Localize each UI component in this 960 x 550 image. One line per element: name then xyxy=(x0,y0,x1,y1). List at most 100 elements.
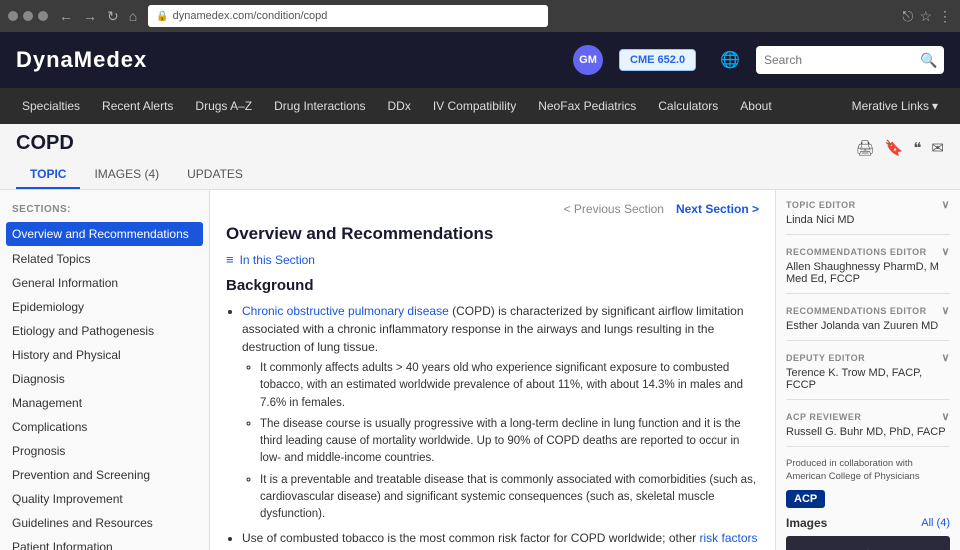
acp-reviewer-section: ACP REVIEWER ∨ Russell G. Buhr MD, PhD, … xyxy=(786,410,950,447)
topic-editor-chevron[interactable]: ∨ xyxy=(941,198,950,211)
sidebar-item-quality[interactable]: Quality Improvement xyxy=(0,487,209,511)
topic-editor-name: Linda Nici MD xyxy=(786,214,950,226)
section-title: Overview and Recommendations xyxy=(226,224,759,244)
sidebar-item-overview[interactable]: Overview and Recommendations xyxy=(6,222,203,246)
sub-list-item: The disease course is usually progressiv… xyxy=(260,416,759,468)
nav-recent-alerts[interactable]: Recent Alerts xyxy=(92,93,183,119)
deputy-editor-label-text: DEPUTY EDITOR xyxy=(786,353,865,363)
acp-reviewer-label: ACP REVIEWER ∨ xyxy=(786,410,950,423)
email-icon[interactable]: ✉ xyxy=(931,139,944,157)
sidebar-item-complications[interactable]: Complications xyxy=(0,415,209,439)
menu-icon[interactable]: ⋮ xyxy=(938,8,952,25)
topic-editor-label: TOPIC EDITOR ∨ xyxy=(786,198,950,211)
cme-badge[interactable]: CME 652.0 xyxy=(619,49,696,71)
bullet-text-2-pre: Use of combusted tobacco is the most com… xyxy=(242,531,700,545)
page-title: COPD xyxy=(16,132,74,155)
page-title-bar: COPD 🖨 🔖 ❝ ✉ TOPIC IMAGES (4) UPDATES xyxy=(0,124,960,190)
sidebar-item-management[interactable]: Management xyxy=(0,391,209,415)
main-layout: SECTIONS: Overview and Recommendations R… xyxy=(0,190,960,550)
sidebar-item-patient-info[interactable]: Patient Information xyxy=(0,535,209,550)
sidebar-item-prognosis[interactable]: Prognosis xyxy=(0,439,209,463)
bookmark-icon[interactable]: 🔖 xyxy=(885,139,904,157)
sidebar-item-history[interactable]: History and Physical xyxy=(0,343,209,367)
sidebar: SECTIONS: Overview and Recommendations R… xyxy=(0,190,210,550)
browser-actions: ⎋ ☆ ⋮ xyxy=(902,8,952,25)
star-icon[interactable]: ☆ xyxy=(919,8,932,25)
search-box[interactable]: 🔍 xyxy=(756,46,944,74)
in-this-section-label: In this Section xyxy=(240,253,315,267)
nav-specialties[interactable]: Specialties xyxy=(12,93,90,119)
browser-buttons xyxy=(8,11,48,21)
nav-bar: Specialties Recent Alerts Drugs A–Z Drug… xyxy=(0,88,960,124)
images-all-link[interactable]: All (4) xyxy=(921,517,950,529)
tab-topic[interactable]: TOPIC xyxy=(16,161,80,189)
nav-calculators[interactable]: Calculators xyxy=(648,93,728,119)
topic-editor-label-text: TOPIC EDITOR xyxy=(786,200,856,210)
search-input[interactable] xyxy=(764,53,914,67)
url-text: dynamedex.com/condition/copd xyxy=(173,10,328,22)
sidebar-item-prevention[interactable]: Prevention and Screening xyxy=(0,463,209,487)
home-icon[interactable]: ⌂ xyxy=(126,6,140,27)
background-title: Background xyxy=(226,277,759,294)
address-bar[interactable]: 🔒 dynamedex.com/condition/copd xyxy=(148,5,548,27)
nav-iv-compatibility[interactable]: IV Compatibility xyxy=(423,93,526,119)
nav-neofax[interactable]: NeoFax Pediatrics xyxy=(528,93,646,119)
quote-icon[interactable]: ❝ xyxy=(913,139,921,157)
deputy-editor-name: Terence K. Trow MD, FACP, FCCP xyxy=(786,367,950,391)
browser-chrome: ← → ↻ ⌂ 🔒 dynamedex.com/condition/copd ⎋… xyxy=(0,0,960,32)
risk-factors-link[interactable]: risk factors xyxy=(700,531,758,545)
acp-reviewer-name: Russell G. Buhr MD, PhD, FACP xyxy=(786,426,950,438)
app-header: DynaMedex GM CME 652.0 🌐 🔍 xyxy=(0,32,960,88)
refresh-icon[interactable]: ↻ xyxy=(104,6,122,27)
content-area: < Previous Section Next Section > Overvi… xyxy=(210,190,775,550)
prev-section-link[interactable]: < Previous Section xyxy=(564,202,664,216)
in-this-section[interactable]: ≡ In this Section xyxy=(226,252,759,267)
rec-editor-2-label: RECOMMENDATIONS EDITOR ∨ xyxy=(786,304,950,317)
right-panel: TOPIC EDITOR ∨ Linda Nici MD RECOMMENDAT… xyxy=(775,190,960,550)
hamburger-icon: ≡ xyxy=(226,252,234,267)
nav-about[interactable]: About xyxy=(730,93,781,119)
images-header: Images All (4) xyxy=(786,516,950,530)
nav-ddx[interactable]: DDx xyxy=(378,93,421,119)
lock-icon: 🔒 xyxy=(156,11,168,22)
tab-updates[interactable]: UPDATES xyxy=(173,161,257,189)
sidebar-item-general-info[interactable]: General Information xyxy=(0,271,209,295)
nav-merative[interactable]: Merative Links ▾ xyxy=(842,93,948,119)
user-avatar[interactable]: GM xyxy=(573,45,603,75)
page-tabs: TOPIC IMAGES (4) UPDATES xyxy=(16,161,944,189)
sidebar-item-epidemiology[interactable]: Epidemiology xyxy=(0,295,209,319)
close-btn[interactable] xyxy=(8,11,18,21)
rec-editor-2-name: Esther Jolanda van Zuuren MD xyxy=(786,320,950,332)
minimize-btn[interactable] xyxy=(23,11,33,21)
acp-text: Produced in collaboration with American … xyxy=(786,457,950,484)
print-icon[interactable]: 🖨 xyxy=(856,139,875,157)
nav-drugs-az[interactable]: Drugs A–Z xyxy=(185,93,262,119)
back-icon[interactable]: ← xyxy=(56,6,76,27)
next-section-link[interactable]: Next Section > xyxy=(676,202,759,216)
acp-section: Produced in collaboration with American … xyxy=(786,457,950,508)
forward-icon[interactable]: → xyxy=(80,6,100,27)
globe-icon[interactable]: 🌐 xyxy=(720,50,740,70)
rec-editor-2-chevron[interactable]: ∨ xyxy=(941,304,950,317)
section-nav: < Previous Section Next Section > xyxy=(226,202,759,216)
content-list: Chronic obstructive pulmonary disease (C… xyxy=(226,302,759,550)
acp-reviewer-chevron[interactable]: ∨ xyxy=(941,410,950,423)
sidebar-item-guidelines[interactable]: Guidelines and Resources xyxy=(0,511,209,535)
sidebar-item-diagnosis[interactable]: Diagnosis xyxy=(0,367,209,391)
sub-list-item: It commonly affects adults > 40 years ol… xyxy=(260,360,759,412)
sections-label: SECTIONS: xyxy=(0,200,209,221)
rec-editor-1-chevron[interactable]: ∨ xyxy=(941,245,950,258)
rec-editor-1-section: RECOMMENDATIONS EDITOR ∨ Allen Shaughnes… xyxy=(786,245,950,294)
rec-editor-2-section: RECOMMENDATIONS EDITOR ∨ Esther Jolanda … xyxy=(786,304,950,341)
maximize-btn[interactable] xyxy=(38,11,48,21)
image-thumbnail[interactable]: 🫁 xyxy=(786,536,950,550)
deputy-editor-chevron[interactable]: ∨ xyxy=(941,351,950,364)
nav-drug-interactions[interactable]: Drug Interactions xyxy=(264,93,375,119)
sidebar-item-related-topics[interactable]: Related Topics xyxy=(0,247,209,271)
tab-images[interactable]: IMAGES (4) xyxy=(80,161,173,189)
share-icon[interactable]: ⎋ xyxy=(902,8,913,25)
copd-link[interactable]: Chronic obstructive pulmonary disease xyxy=(242,304,449,318)
sidebar-item-etiology[interactable]: Etiology and Pathogenesis xyxy=(0,319,209,343)
sub-list-item: It is a preventable and treatable diseas… xyxy=(260,472,759,524)
sub-list-1: It commonly affects adults > 40 years ol… xyxy=(242,360,759,523)
